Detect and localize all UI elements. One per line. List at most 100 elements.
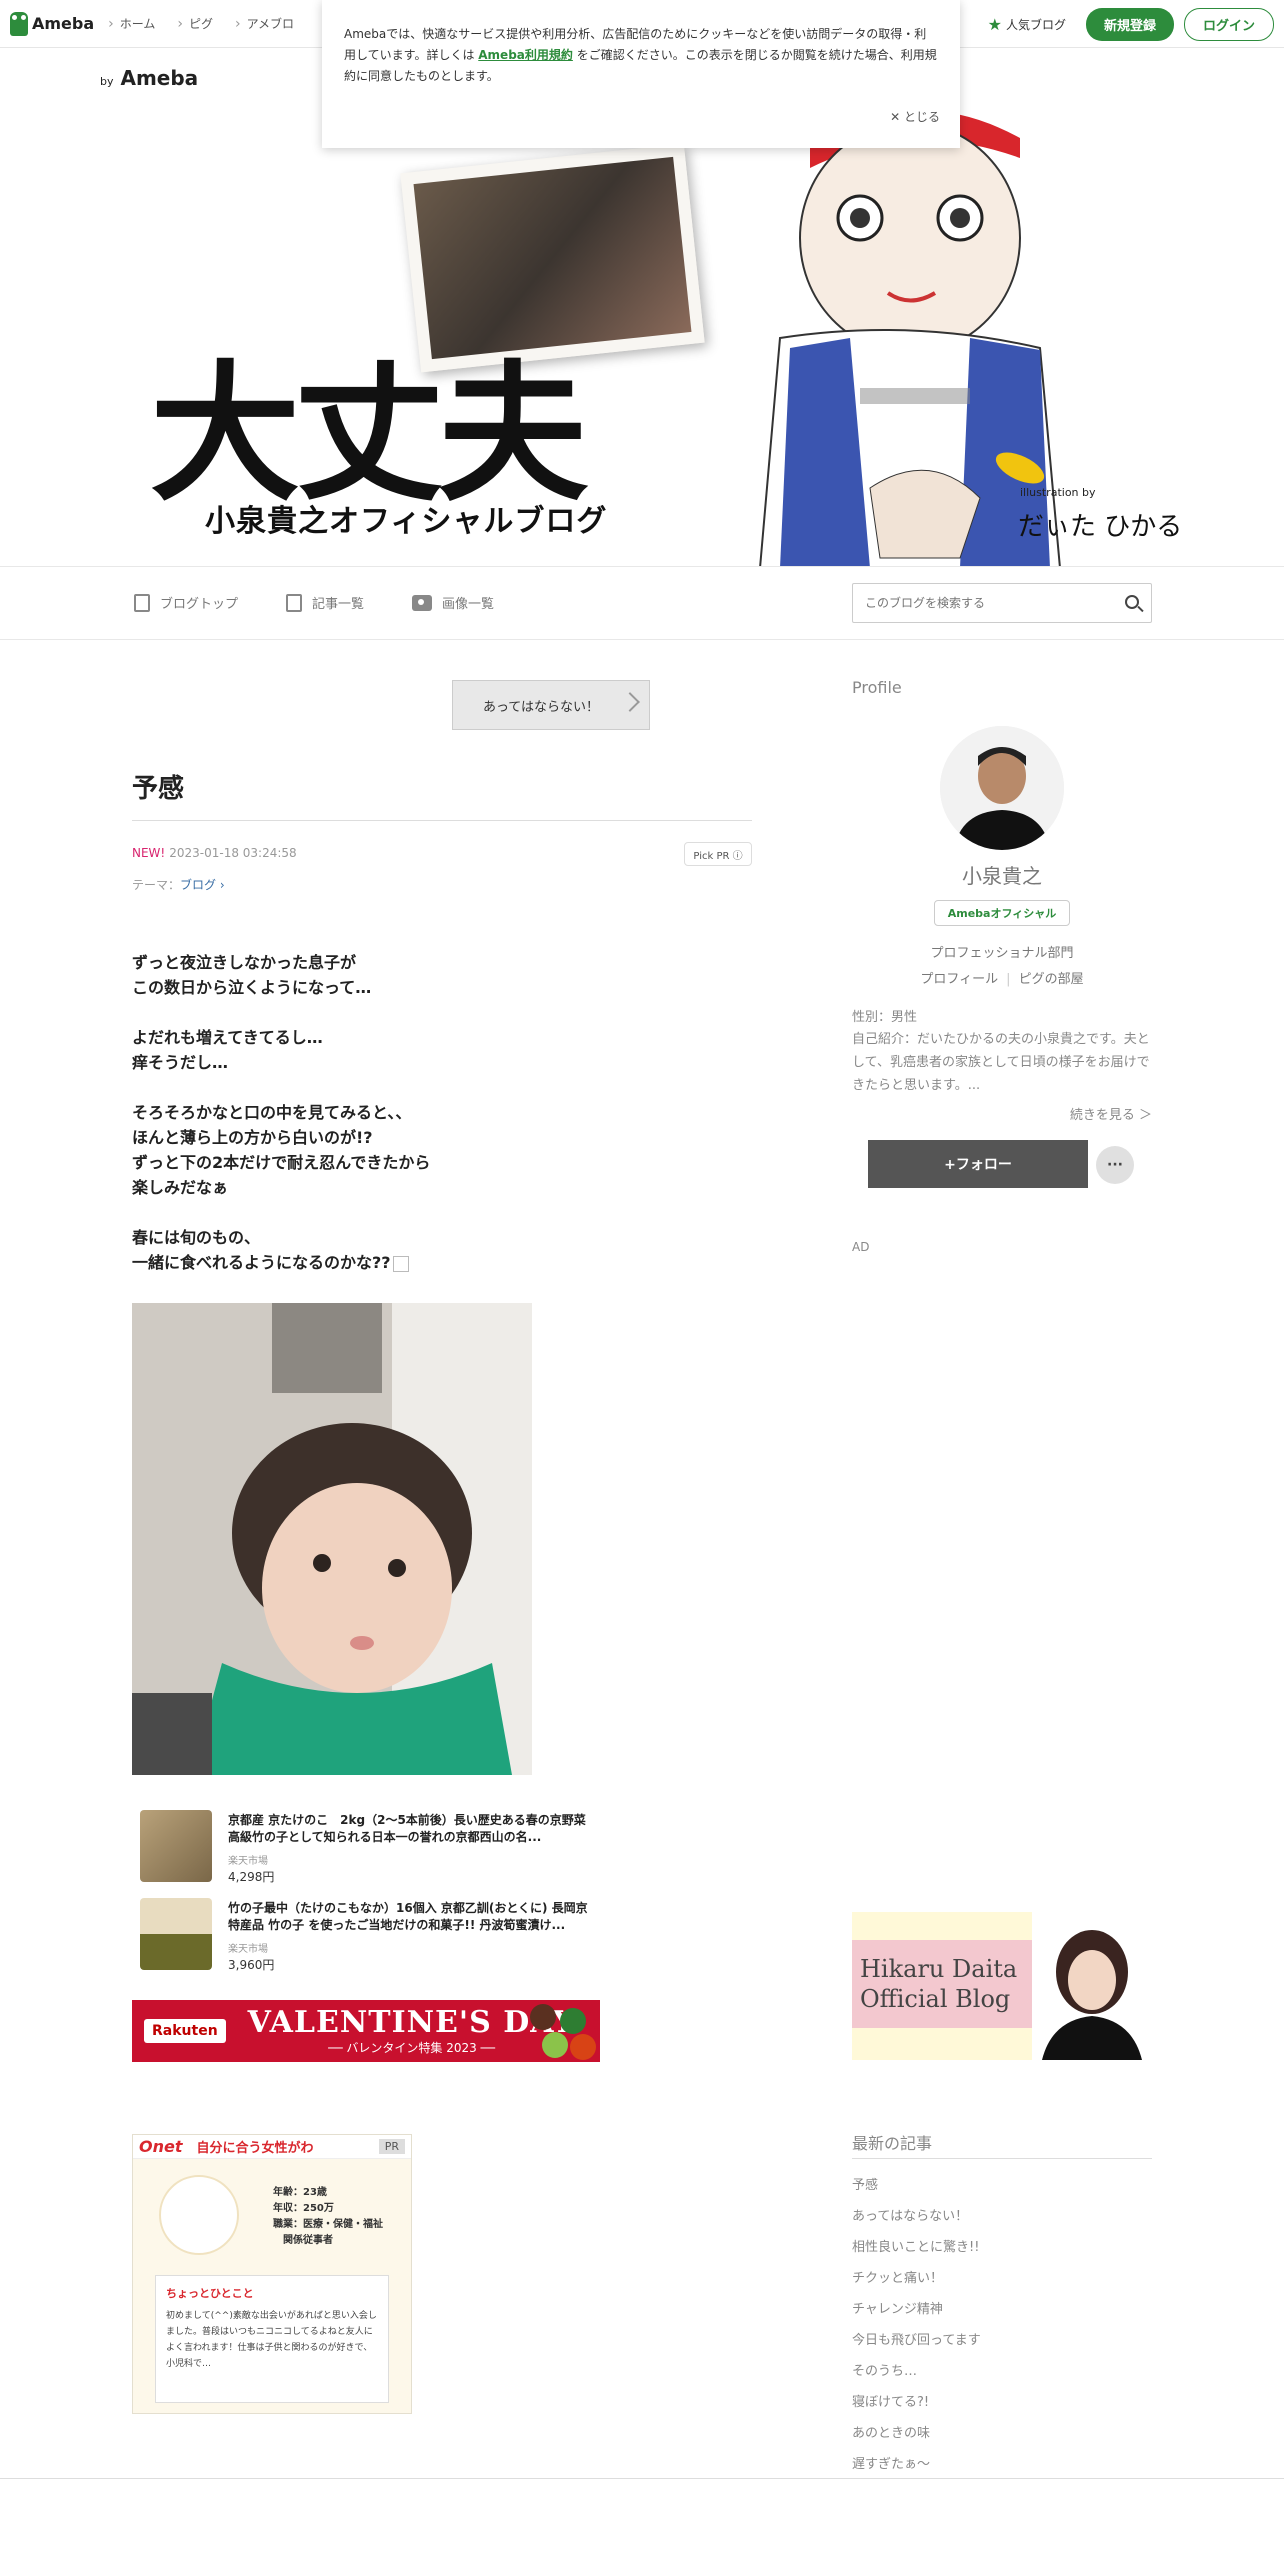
profile-stats: 年齢：23歳 年収：250万 職業：医療・保健・福祉 関係従事者: [273, 2187, 383, 2246]
body-line: ほんと薄ら上の方から白いのが!?: [132, 1128, 373, 1147]
global-nav: ホーム ピグ アメブロ: [108, 15, 294, 32]
popular-blogs-link[interactable]: ★ 人気ブログ: [988, 15, 1066, 34]
read-more-link[interactable]: 続きを見る ＞: [852, 1104, 1152, 1123]
recent-post-link[interactable]: 今日も飛び回ってます: [852, 2325, 981, 2356]
product-price: 3,960円: [228, 1958, 275, 1972]
profile-gender: 性別：男性: [852, 1010, 918, 1025]
body-line: ずっと夜泣きしなかった息子が: [132, 953, 357, 972]
search-input[interactable]: [853, 584, 1103, 622]
product-shop: 楽天市場: [228, 1944, 268, 1955]
product-price: 4,298円: [228, 1870, 275, 1884]
footer-divider: [0, 2478, 1284, 2479]
product-item[interactable]: 竹の子最中（たけのこもなか）16個入 京都乙訓(おとくに) 長岡京 特産品 竹の…: [140, 1898, 600, 1972]
nav-image-list[interactable]: 画像一覧: [412, 593, 494, 612]
theme-link[interactable]: ブログ ›: [180, 878, 225, 892]
rakuten-logo: Rakuten: [144, 2019, 226, 2043]
body-line: よだれも増えてきてるし…: [132, 1028, 323, 1047]
broken-image-icon: [392, 1255, 409, 1272]
woman-illustration: [159, 2175, 239, 2255]
terms-link[interactable]: Ameba利用規約: [478, 48, 573, 62]
ad-label: AD: [852, 1240, 870, 1254]
baby-photo[interactable]: [132, 1303, 532, 1775]
pick-pr-button[interactable]: Pick PR ⓘ: [684, 842, 752, 866]
pr-tag: PR: [378, 2139, 405, 2154]
profile-avatar[interactable]: [940, 726, 1064, 850]
banner-subline: ── バレンタイン特集 2023 ──: [328, 2040, 495, 2055]
article-datetime: 2023-01-18 03:24:58: [169, 846, 297, 860]
banner-headline: VALENTINE'S DAY: [247, 2004, 576, 2040]
chevron-right-icon: [620, 692, 640, 712]
ameba-logo[interactable]: Ameba: [10, 11, 94, 36]
nav-article-list[interactable]: 記事一覧: [286, 593, 364, 612]
onet-ad[interactable]: Onet 自分に合う女性がわ PR 年齢：23歳 年収：250万 職業：医療・保…: [132, 2134, 412, 2414]
recent-posts-heading: 最新の記事: [852, 2134, 933, 2153]
cookie-close-button[interactable]: ✕ とじる: [890, 107, 940, 128]
recent-post-link[interactable]: 相性良いことに驚き!!: [852, 2232, 981, 2263]
product-shop: 楽天市場: [228, 1856, 268, 1867]
recent-post-link[interactable]: 予感: [852, 2170, 981, 2201]
product-thumbnail: [140, 1898, 212, 1970]
chocolate-image: [570, 2034, 596, 2060]
blog-search: [852, 583, 1152, 623]
chocolate-image: [530, 2004, 556, 2030]
message-card: ちょっとひとこと 初めまして(^^)素敵な出会いがあればと思い入会しました。普段…: [155, 2275, 389, 2403]
article-theme: テーマ：ブログ ›: [132, 878, 225, 892]
body-line: ずっと下の2本だけで耐え忍んできたから: [132, 1153, 431, 1172]
blog-subtitle: 小泉貴之オフィシャルブログ: [205, 504, 608, 539]
illustration-credit: illustration by: [1020, 486, 1096, 499]
product-name: 京都産 京たけのこ 2kg（2〜5本前後）長い歴史ある春の京野菜 高級竹の子とし…: [228, 1813, 598, 1844]
profile-name[interactable]: 小泉貴之: [852, 860, 1152, 889]
profile-links: プロフィール | ピグの部屋: [920, 972, 1084, 987]
product-name: 竹の子最中（たけのこもなか）16個入 京都乙訓(おとくに) 長岡京 特産品 竹の…: [228, 1901, 588, 1932]
login-button[interactable]: ログイン: [1183, 8, 1274, 41]
article-meta: NEW! 2023-01-18 03:24:58: [132, 846, 297, 860]
body-line-last: 一緒に食べれるようになるのかな??: [132, 1250, 430, 1275]
document-icon: [134, 593, 150, 612]
body-line: この数日から泣くようになって…: [132, 978, 372, 997]
pigg-room-link[interactable]: ピグの部屋: [1019, 972, 1084, 987]
cookie-notice: Amebaでは、快適なサービス提供や利用分析、広告配信のためにクッキーなどを使い…: [322, 0, 960, 148]
hikaru-daita-blog-banner[interactable]: Hikaru Daita Official Blog: [852, 1912, 1152, 2060]
nav-blog-top[interactable]: ブログトップ: [134, 593, 238, 612]
body-line: 春には旬のもの、: [132, 1228, 261, 1247]
ad-headline: 自分に合う女性がわ: [196, 2141, 314, 2156]
hikaru-banner-text: Hikaru Daita Official Blog: [860, 1955, 1018, 2013]
nav-pigg[interactable]: ピグ: [177, 15, 213, 32]
star-icon: ★: [987, 15, 1002, 34]
register-button[interactable]: 新規登録: [1085, 8, 1174, 41]
recent-post-link[interactable]: チクッと痛い！: [852, 2263, 981, 2294]
follow-button[interactable]: +フォロー: [868, 1140, 1088, 1188]
by-ameba-logo: by Ameba: [100, 66, 199, 90]
product-thumbnail: [140, 1810, 212, 1882]
profile-heading: Profile: [852, 678, 902, 697]
header-actions: ★ 人気ブログ 新規登録 ログイン: [988, 8, 1274, 41]
profile-category[interactable]: プロフェッショナル部門: [852, 942, 1152, 961]
rakuten-valentine-banner[interactable]: Rakuten VALENTINE'S DAY ── バレンタイン特集 2023…: [132, 2000, 600, 2062]
recent-post-link[interactable]: あってはならない！: [852, 2201, 981, 2232]
profile-link[interactable]: プロフィール: [920, 972, 998, 987]
title-divider: [132, 820, 752, 821]
ameba-frog-icon: [10, 11, 28, 36]
article-body: ずっと夜泣きしなかった息子が この数日から泣くようになって… よだれも増えてきて…: [132, 950, 430, 1275]
product-item[interactable]: 京都産 京たけのこ 2kg（2〜5本前後）長い歴史ある春の京野菜 高級竹の子とし…: [140, 1810, 600, 1884]
message-text: 初めまして(^^)素敵な出会いがあればと思い入会しました。普段はいつもニコニコし…: [166, 2311, 377, 2369]
new-badge: NEW!: [132, 846, 166, 860]
recent-post-link[interactable]: チャレンジ精神: [852, 2294, 981, 2325]
more-options-button[interactable]: ···: [1096, 1146, 1134, 1184]
recent-post-link[interactable]: 遅すぎたぁ〜: [852, 2449, 981, 2480]
camera-icon: [412, 594, 433, 611]
body-line: 楽しみだなぁ: [132, 1178, 229, 1197]
recent-post-link[interactable]: 寝ぼけてる?!: [852, 2387, 981, 2418]
chocolate-image: [542, 2032, 568, 2058]
chocolate-image: [560, 2008, 586, 2034]
official-badge: Amebaオフィシャル: [934, 900, 1070, 926]
recent-post-link[interactable]: そのうち…: [852, 2356, 981, 2387]
search-icon[interactable]: [1125, 595, 1139, 609]
nav-ameblo[interactable]: アメブロ: [235, 15, 294, 32]
recent-post-link[interactable]: あのときの味: [852, 2418, 981, 2449]
prev-article-button[interactable]: あってはならない！: [452, 680, 650, 730]
article-title[interactable]: 予感: [132, 768, 184, 805]
message-caption: ちょっとひとこと: [166, 2287, 254, 2300]
nav-home[interactable]: ホーム: [108, 15, 156, 32]
onet-logo: Onet: [139, 2137, 183, 2156]
